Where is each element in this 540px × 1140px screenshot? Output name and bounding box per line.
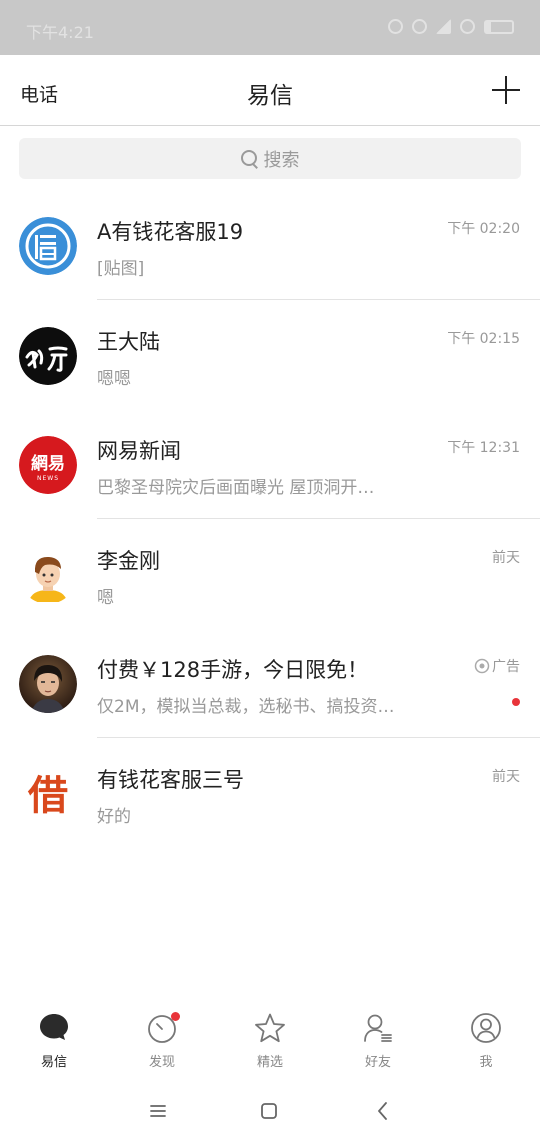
menu-icon[interactable] <box>143 1096 173 1126</box>
search-placeholder: 搜索 <box>263 149 300 171</box>
search-bar[interactable]: 搜索 <box>19 138 521 179</box>
plus-icon[interactable] <box>492 76 520 104</box>
avatar-legend-black <box>19 326 77 385</box>
alarm-icon <box>388 19 403 34</box>
chat-name: A有钱花客服19 <box>97 220 244 244</box>
bottom-tab-bar: 易信 发现 精选 好友 我 <box>0 1004 540 1080</box>
home-icon[interactable] <box>254 1096 284 1126</box>
chat-row-youqianhua-19[interactable]: A有钱花客服19 [贴图] 下午 02:20 <box>0 190 540 300</box>
chat-preview: 嗯 <box>97 587 114 608</box>
avatar-game-character <box>19 655 77 713</box>
avatar-text: 網易 <box>31 453 65 474</box>
avatar-subtext: NEWS <box>37 475 59 482</box>
avatar-cartoon-boy <box>19 545 77 604</box>
wifi-icon <box>460 19 475 34</box>
chat-row-wang-dalu[interactable]: 王大陆 嗯嗯 下午 02:15 <box>0 300 540 410</box>
chat-row-li-jingang[interactable]: 李金刚 嗯 前天 <box>0 519 540 629</box>
chat-time: 前天 <box>492 768 520 785</box>
chat-list: A有钱花客服19 [贴图] 下午 02:20 王大陆 嗯嗯 下午 02:15 網… <box>0 190 540 847</box>
tab-me[interactable]: 我 <box>432 1004 540 1080</box>
battery-icon <box>484 19 514 34</box>
chat-name: 付费￥128手游，今日限免！ <box>97 658 369 682</box>
system-nav-bar <box>0 1082 540 1140</box>
avatar-text: 借 <box>27 772 68 819</box>
top-bar: 电话 易信 <box>0 55 540 126</box>
star-icon <box>254 1012 286 1044</box>
chat-bubble-icon <box>38 1012 70 1044</box>
tab-friends[interactable]: 好友 <box>324 1004 432 1080</box>
ad-label: 广告 <box>492 659 520 675</box>
status-bar: 下午4:21 <box>0 0 540 55</box>
chat-name: 有钱花客服三号 <box>97 767 244 792</box>
chat-preview: [贴图] <box>97 259 145 279</box>
unread-dot <box>512 698 520 706</box>
chat-time: 下午 02:15 <box>447 330 520 347</box>
avatar-borrow-blue <box>19 217 77 275</box>
chat-name: 王大陆 <box>97 329 160 354</box>
chat-name: 李金刚 <box>97 548 160 573</box>
back-icon[interactable] <box>368 1096 398 1126</box>
profile-icon <box>470 1012 502 1044</box>
tab-label: 发现 <box>148 1055 175 1070</box>
chat-row-youqianhua-3[interactable]: 借 有钱花客服三号 好的 前天 <box>0 738 540 848</box>
chat-preview: 好的 <box>97 806 131 827</box>
tab-label: 易信 <box>40 1055 67 1070</box>
search-icon <box>240 149 259 168</box>
ad-icon <box>474 658 490 674</box>
ad-tag: 广告 <box>474 656 520 676</box>
chat-preview: 巴黎圣母院灾后画面曝光 屋顶洞开… <box>97 478 375 498</box>
chat-time: 下午 02:20 <box>447 221 520 237</box>
page-title: 易信 <box>247 83 293 109</box>
tab-featured[interactable]: 精选 <box>216 1004 324 1080</box>
tab-label: 好友 <box>364 1055 391 1070</box>
chat-preview: 仅2M，模拟当总裁，选秘书、搞投资… <box>97 697 395 717</box>
tab-label: 精选 <box>256 1055 283 1070</box>
chat-row-netease-news[interactable]: 網易 NEWS 网易新闻 巴黎圣母院灾后画面曝光 屋顶洞开… 下午 12:31 <box>0 409 540 519</box>
signal-icon <box>436 19 451 34</box>
system-icons <box>388 19 514 34</box>
chat-time: 下午 12:31 <box>447 440 520 456</box>
discover-badge-dot <box>171 1012 180 1021</box>
clock-icon <box>412 19 427 34</box>
chat-time: 前天 <box>492 549 520 566</box>
tab-discover[interactable]: 发现 <box>108 1004 216 1080</box>
chat-preview: 嗯嗯 <box>97 368 131 389</box>
chat-row-ad-game[interactable]: 付费￥128手游，今日限免！ 仅2M，模拟当总裁，选秘书、搞投资… 广告 <box>0 628 540 738</box>
chat-name: 网易新闻 <box>97 439 181 463</box>
contacts-icon <box>362 1012 394 1044</box>
tab-yixin[interactable]: 易信 <box>0 1004 108 1080</box>
avatar-netease-news: 網易 NEWS <box>19 436 77 494</box>
status-time: 下午4:21 <box>26 23 94 42</box>
avatar-borrow-orange: 借 <box>19 764 77 823</box>
tab-label: 我 <box>479 1055 493 1070</box>
